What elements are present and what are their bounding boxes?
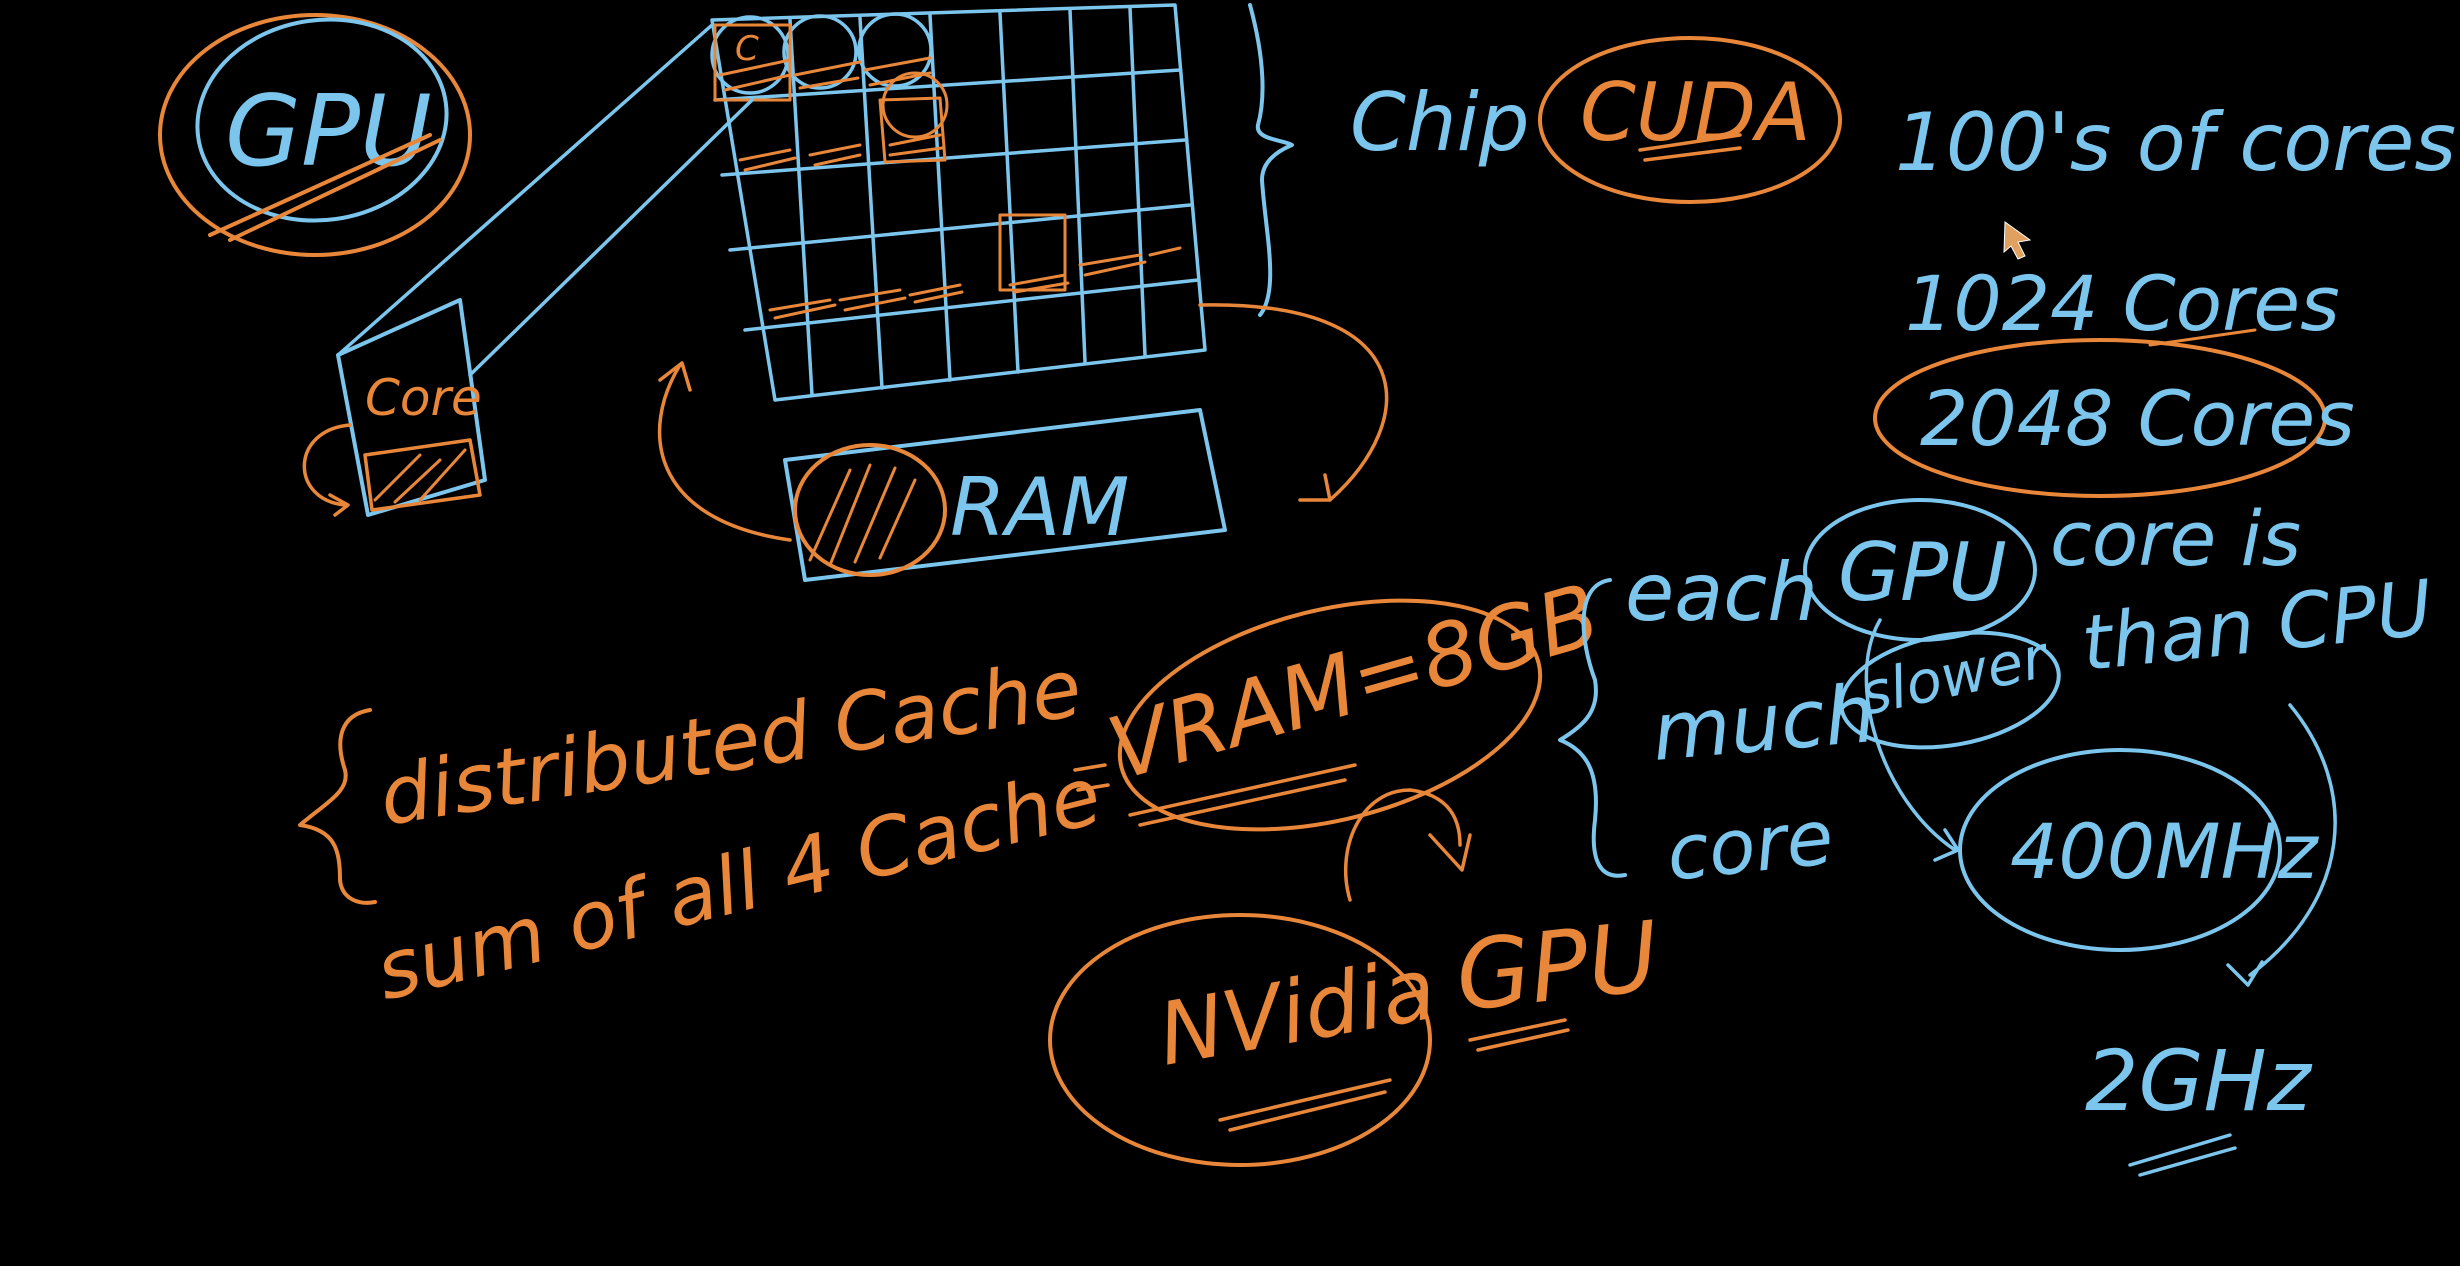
chip-grid-vline-4 bbox=[998, 11, 1020, 374]
chip-label: Chip bbox=[1350, 76, 1530, 169]
chip-grid-vline-2 bbox=[858, 16, 884, 390]
speed-word-each: each bbox=[1625, 546, 1818, 639]
chip-grid-vline-3 bbox=[928, 13, 952, 382]
chip-bracket bbox=[1248, 3, 1294, 317]
chip-grid-vline-5 bbox=[1068, 8, 1087, 364]
freq-cpu-underline bbox=[2128, 1133, 2237, 1177]
core-box-group: Core bbox=[302, 298, 487, 517]
grid-core-label: C bbox=[735, 29, 759, 69]
speed-word-core-is: core is bbox=[2050, 494, 2301, 583]
freq-cpu-label: 2GHz bbox=[2085, 1032, 2313, 1130]
cores-line-3: 2048 Cores bbox=[1920, 374, 2355, 463]
vram-right-arrow bbox=[1198, 303, 1389, 502]
gpu-title-label: GPU bbox=[225, 75, 432, 189]
core-to-grid-line-bottom bbox=[468, 98, 754, 377]
core-box-loop-arrow bbox=[302, 423, 352, 517]
speed-word-core: core bbox=[1663, 792, 1838, 898]
vram-box-label: RAM bbox=[950, 461, 1129, 554]
chip-grid-vline-6 bbox=[1128, 6, 1147, 357]
chip-grid-hline-3 bbox=[728, 203, 1192, 252]
core-box-label: Core bbox=[365, 369, 482, 427]
cores-line-1: 100's of cores bbox=[1895, 96, 2456, 189]
freq-gpu-label: 400MHz bbox=[2010, 807, 2320, 896]
grid-cell-circle bbox=[881, 71, 949, 139]
chip-grid-hline-4 bbox=[743, 278, 1200, 332]
vram-left-arrow bbox=[657, 361, 792, 542]
gpu-title-group: GPU bbox=[158, 13, 472, 257]
grid-circle-2 bbox=[782, 14, 858, 90]
cache-notes-bracket bbox=[298, 708, 377, 905]
cursor-pointer-icon bbox=[2003, 221, 2032, 260]
vram-box-group: RAM bbox=[783, 408, 1227, 582]
cuda-label: CUDA bbox=[1580, 66, 1811, 159]
nvidia-label: NVidia bbox=[1151, 939, 1442, 1086]
chip-grid-hline-1 bbox=[713, 68, 1182, 102]
vram-to-nvidia-arrow bbox=[1344, 788, 1472, 902]
nvidia-underline bbox=[1218, 1078, 1392, 1132]
cores-line-2: 1024 Cores bbox=[1905, 259, 2340, 348]
whiteboard-canvas: GPU C Chip CUDA Core RAM 100's of cores … bbox=[0, 0, 2460, 1266]
speed-word-gpu: GPU bbox=[1838, 526, 2007, 619]
speed-word-much: much bbox=[1649, 667, 1880, 779]
nvidia-gpu-label: GPU bbox=[1451, 900, 1664, 1033]
